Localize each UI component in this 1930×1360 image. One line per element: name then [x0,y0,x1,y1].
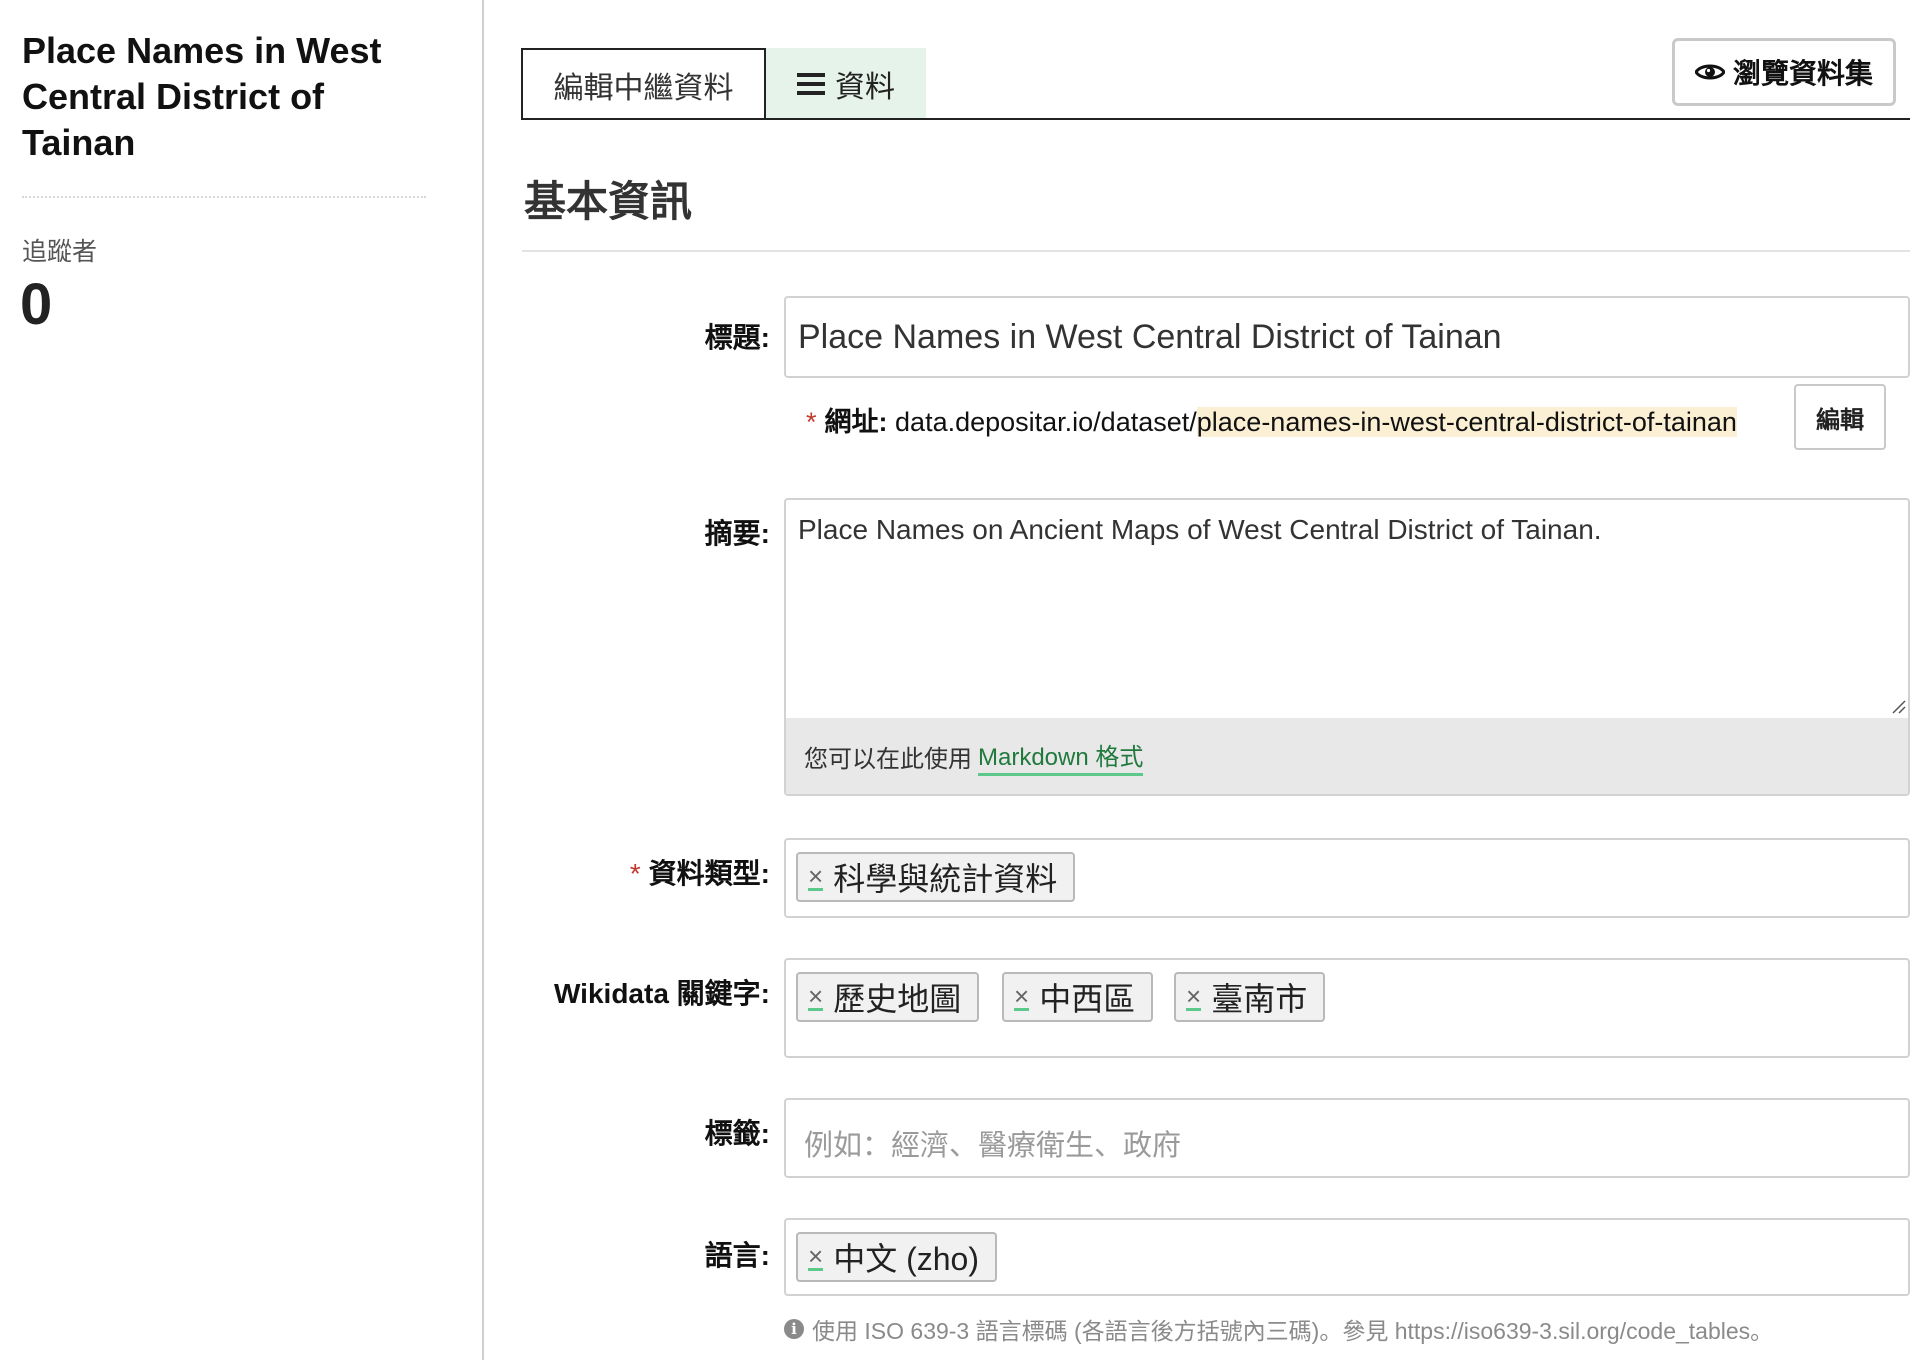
markdown-hint: 您可以在此使用 Markdown 格式 [786,718,1908,794]
wikidata-select[interactable]: × 歷史地圖 × 中西區 × 臺南市 [784,958,1910,1058]
language-select[interactable]: × 中文 (zho) [784,1218,1910,1296]
sidebar-divider [22,196,426,198]
remove-tag-icon[interactable]: × [808,1243,824,1271]
tag-label: 中西區 [1039,981,1136,1017]
data-type-select[interactable]: × 科學與統計資料 [784,838,1910,918]
tag-chip: × 歷史地圖 [796,972,980,1022]
tag-chip: × 中西區 [1002,972,1154,1022]
required-marker: * [806,407,817,437]
title-label: 標題: [704,322,770,353]
resize-grip-icon[interactable] [1890,698,1906,714]
dataset-title: Place Names in West Central District of … [22,30,382,163]
title-input[interactable]: Place Names in West Central District of … [784,296,1910,378]
tag-chip: × 臺南市 [1174,972,1326,1022]
url-edit-button[interactable]: 編輯 [1794,384,1886,450]
followers-count: 0 [20,272,53,337]
required-marker: * [629,858,641,889]
info-icon: i [784,1319,804,1339]
tags-input[interactable]: 例如：經濟、醫療衛生、政府 [784,1098,1910,1178]
remove-tag-icon[interactable]: × [808,983,824,1011]
markdown-link[interactable]: Markdown 格式 [978,737,1144,776]
tab-edit-metadata[interactable]: 編輯中繼資料 [521,48,766,120]
remove-tag-icon[interactable]: × [1186,983,1202,1011]
tag-label: 科學與統計資料 [833,861,1058,897]
section-title: 基本資訊 [524,178,693,225]
abstract-label: 摘要: [704,518,770,549]
tag-label: 歷史地圖 [833,981,962,1017]
sidebar: Place Names in West Central District of … [0,0,484,1360]
tab-edit-metadata-label: 編輯中繼資料 [553,72,734,105]
data-type-label: * 資料類型: [630,852,770,892]
eye-icon [1694,64,1725,80]
language-help-text: 使用 ISO 639-3 語言標碼 (各語言後方括號內三碼)。參見 https:… [812,1318,1774,1344]
followers-label: 追蹤者 [22,238,98,266]
tags-placeholder: 例如：經濟、醫療衛生、政府 [804,1130,1182,1162]
tag-label: 臺南市 [1211,981,1308,1017]
tab-data[interactable]: 資料 [766,48,926,120]
data-type-label-text: 資料類型: [648,858,770,889]
tags-label: 標籤: [704,1118,770,1149]
view-dataset-label: 瀏覽資料集 [1732,58,1873,89]
title-input-value: Place Names in West Central District of … [798,318,1502,356]
url-label: 網址: [824,407,888,437]
tab-data-label: 資料 [835,71,895,104]
language-help: i 使用 ISO 639-3 語言標碼 (各語言後方括號內三碼)。參見 http… [784,1312,1773,1346]
tag-label: 中文 (zho) [833,1241,979,1277]
abstract-value: Place Names on Ancient Maps of West Cent… [798,514,1602,545]
tag-chip: × 中文 (zho) [796,1232,997,1282]
remove-tag-icon[interactable]: × [1014,983,1030,1011]
menu-icon [797,73,825,95]
url-slug: place-names-in-west-central-district-of-… [1196,407,1737,437]
abstract-textarea[interactable]: Place Names on Ancient Maps of West Cent… [784,498,1910,796]
tag-chip: × 科學與統計資料 [796,852,1076,902]
remove-tag-icon[interactable]: × [808,863,824,891]
main-content: 編輯中繼資料 資料 瀏覽資料集 基本資訊 標題: Place Names in … [486,0,1930,1360]
section-divider [522,250,1910,252]
wikidata-label: Wikidata 關鍵字: [554,978,770,1009]
markdown-hint-text: 您可以在此使用 [804,745,972,773]
url-row: * 網址: data.depositar.io/dataset/place-nam… [806,400,1737,439]
view-dataset-button[interactable]: 瀏覽資料集 [1672,38,1896,106]
tabs-underline [522,118,1910,120]
language-label: 語言: [704,1240,770,1271]
url-prefix: data.depositar.io/dataset/ [895,407,1197,437]
